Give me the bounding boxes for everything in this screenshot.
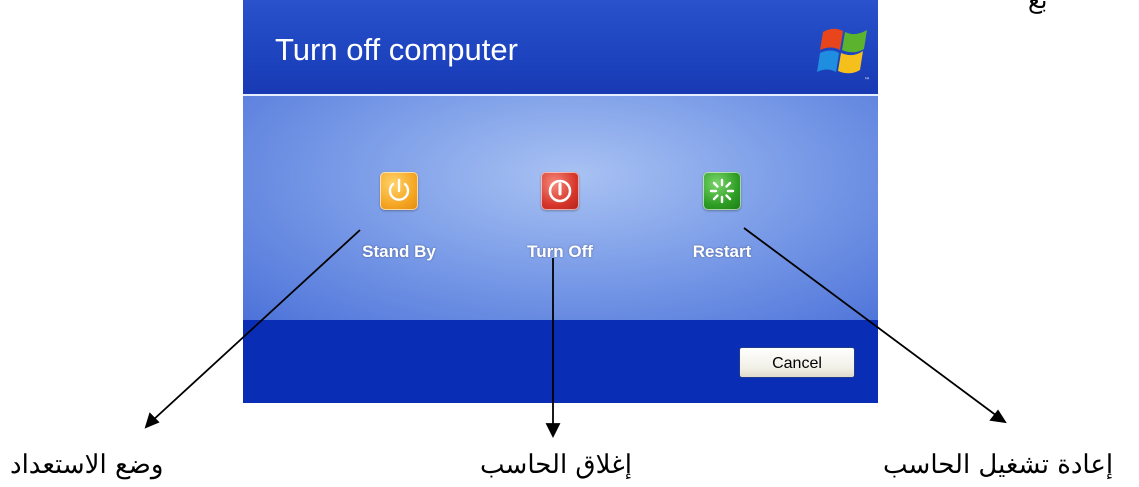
restart-label: Restart	[692, 242, 752, 261]
turnoff-option[interactable]: Turn Off	[500, 172, 620, 262]
restart-icon	[709, 178, 735, 204]
power-off-icon	[548, 179, 572, 203]
arrow-restart-head	[989, 409, 1007, 424]
dialog-title: Turn off computer	[275, 32, 518, 67]
corner-text: بع	[1028, 0, 1048, 14]
turnoff-label: Turn Off	[527, 242, 593, 261]
turn-off-dialog: Turn off computer ™ Stand By Turn Off Re…	[243, 0, 878, 403]
annotation-turnoff: إغلاق الحاسب	[480, 450, 632, 480]
standby-option[interactable]: Stand By	[339, 172, 459, 262]
windows-xp-flag-icon: ™	[817, 28, 870, 84]
standby-label: Stand By	[362, 242, 436, 261]
svg-text:™: ™	[864, 77, 870, 84]
standby-button[interactable]	[380, 172, 418, 210]
restart-option[interactable]: Restart	[662, 172, 782, 262]
annotation-standby: وضع الاستعداد	[10, 450, 164, 480]
turnoff-button[interactable]	[541, 172, 579, 210]
dialog-titlebar: Turn off computer ™	[243, 0, 878, 94]
annotation-restart: إعادة تشغيل الحاسب	[883, 450, 1114, 480]
arrow-turnoff-head	[545, 423, 561, 439]
power-icon	[388, 178, 410, 201]
options-panel: Stand By Turn Off Restart	[243, 94, 878, 322]
restart-button[interactable]	[703, 172, 741, 210]
dialog-footer: Cancel	[243, 320, 878, 403]
arrow-standby-head	[144, 412, 160, 429]
cancel-button[interactable]: Cancel	[739, 347, 855, 378]
